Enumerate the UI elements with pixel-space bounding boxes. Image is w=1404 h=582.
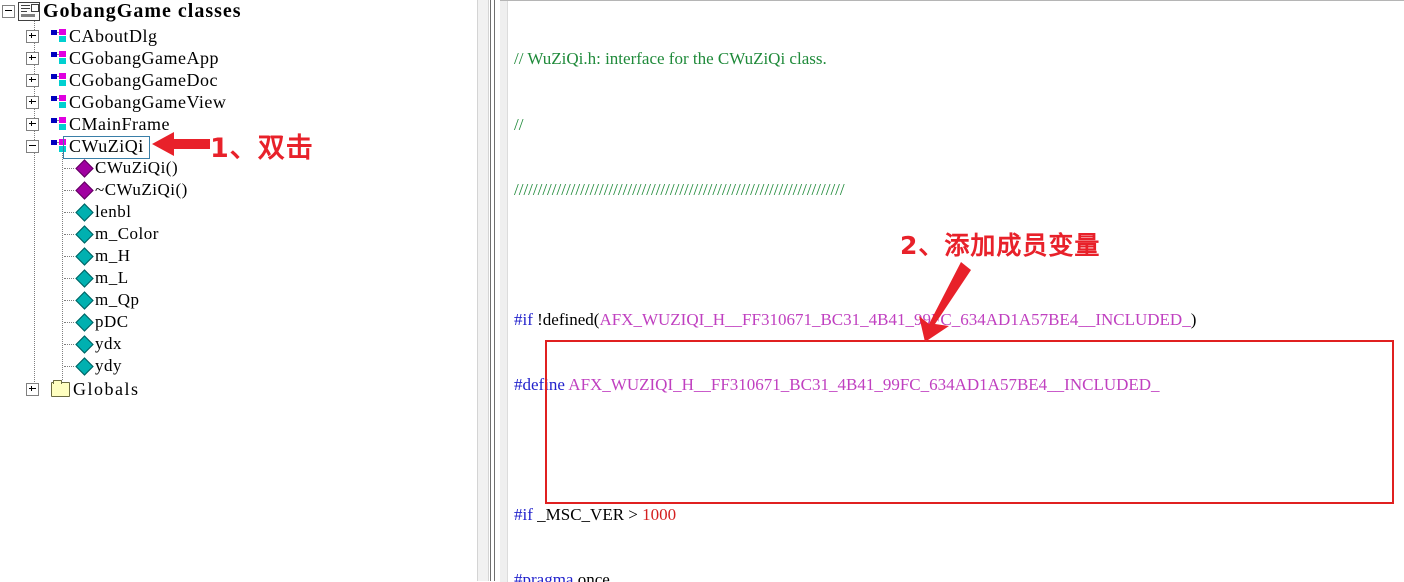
classview-scrollbar[interactable] [477,0,489,581]
screenshot-root: GobangGame classes CAboutDlg CGobangGame… [0,0,1404,582]
expand-expander-icon[interactable] [26,73,39,87]
tree-node-member[interactable]: m_H [64,245,131,267]
tree-node-label: m_Qp [95,290,140,309]
variable-icon [75,202,94,222]
variable-icon [75,312,94,332]
code-line: // WuZiQi.h: interface for the CWuZiQi c… [514,49,827,69]
expand-expander-icon[interactable] [26,51,39,65]
tree-node-label: GobangGame classes [43,0,242,22]
tree-node-label: CAboutDlg [69,25,158,46]
tree-node-cgobanggamedoc[interactable]: CGobangGameDoc [26,69,218,91]
code-line: #if _MSC_VER > 1000 [514,505,677,525]
tree-node-member[interactable]: ydx [64,333,122,355]
class-icon [51,117,67,131]
tree-node-member[interactable]: m_Qp [64,289,140,311]
expand-expander-icon[interactable] [26,95,39,109]
tree-node-label: ydx [95,334,122,353]
tree-node-cgobanggameapp[interactable]: CGobangGameApp [26,47,219,69]
tree-node-label: CGobangGameApp [69,47,219,68]
code-line: ////////////////////////////////////////… [514,179,845,199]
variable-icon [75,334,94,354]
tree-node-member[interactable]: ~CWuZiQi() [64,179,188,201]
tree-node-label: CGobangGameDoc [69,69,218,90]
variable-icon [75,356,94,376]
tree-node-cmainframe[interactable]: CMainFrame [26,113,170,135]
collapse-expander-icon[interactable] [26,139,39,153]
tree-node-root[interactable]: GobangGame classes [2,0,242,22]
class-icon [51,139,67,153]
tree-node-globals[interactable]: Globals [26,378,140,400]
editor-selection-margin[interactable] [500,1,508,582]
method-icon [75,158,94,178]
pane-splitter[interactable] [474,0,500,581]
tree-node-member[interactable]: pDC [64,311,129,333]
tree-node-label: pDC [95,312,129,331]
splitter-handle[interactable] [490,0,495,581]
expand-expander-icon[interactable] [26,117,39,131]
variable-icon [75,246,94,266]
expand-expander-icon[interactable] [26,382,39,396]
code-line: // [514,114,524,134]
tree-node-label: ~CWuZiQi() [95,180,188,199]
class-icon [51,29,67,43]
tree-node-label: CWuZiQi [69,135,144,156]
code-editor-pane[interactable]: // WuZiQi.h: interface for the CWuZiQi c… [500,0,1404,582]
class-icon [51,51,67,65]
tree-node-caboutdlg[interactable]: CAboutDlg [26,25,158,47]
tree-node-label: CWuZiQi() [95,158,179,177]
tree-node-label: m_H [95,246,131,265]
class-icon [51,95,67,109]
source-code[interactable]: // WuZiQi.h: interface for the CWuZiQi c… [514,5,1404,582]
annotation-step-1: 1、双击 [210,133,314,164]
tree-guide-line [62,150,63,380]
tree-node-label: Globals [73,378,140,399]
tree-node-label: lenbl [95,202,132,221]
tree-node-member[interactable]: ydy [64,355,122,377]
tree-node-label: m_Color [95,224,159,243]
code-line: #if !defined(AFX_WUZIQI_H__FF310671_BC31… [514,309,1197,329]
tree-node-member[interactable]: m_Color [64,223,159,245]
tree-node-cwuziqi[interactable]: CWuZiQi [26,135,144,157]
code-line: #define AFX_WUZIQI_H__FF310671_BC31_4B41… [514,374,1160,394]
variable-icon [75,224,94,244]
tree-node-member[interactable]: CWuZiQi() [64,157,178,179]
tree-node-label: CMainFrame [69,113,170,134]
collapse-expander-icon[interactable] [2,4,15,18]
tree-node-label: ydy [95,356,122,375]
method-icon [75,180,94,200]
code-line: #pragma once [514,570,610,582]
tree-node-label: m_L [95,268,129,287]
class-icon [51,73,67,87]
classes-root-icon [18,1,40,21]
annotation-step-2: 2、添加成员变量 [900,231,1101,260]
expand-expander-icon[interactable] [26,29,39,43]
folder-icon [51,379,70,397]
tree-node-cgobanggameview[interactable]: CGobangGameView [26,91,226,113]
class-view-pane[interactable]: GobangGame classes CAboutDlg CGobangGame… [0,0,474,581]
tree-node-member[interactable]: lenbl [64,201,132,223]
variable-icon [75,268,94,288]
tree-node-label: CGobangGameView [69,91,227,112]
tree-node-member[interactable]: m_L [64,267,129,289]
variable-icon [75,290,94,310]
